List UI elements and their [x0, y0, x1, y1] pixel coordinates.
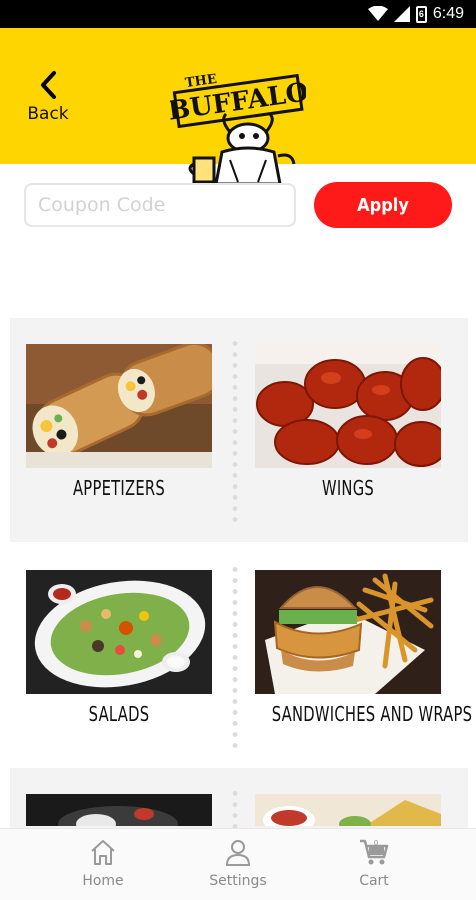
- cart-icon: 0: [360, 839, 389, 865]
- category-wings[interactable]: WINGS: [255, 344, 441, 500]
- nav-home[interactable]: Home: [58, 837, 148, 889]
- home-icon: [91, 840, 115, 865]
- dotted-divider: [232, 338, 238, 528]
- status-icons: 6 6:49: [367, 4, 464, 24]
- salads-image: [26, 570, 212, 694]
- back-button[interactable]: Back: [22, 70, 74, 130]
- category-label: SANDWICHES AND WRAPS: [271, 702, 473, 726]
- category-salads[interactable]: SALADS: [26, 570, 212, 726]
- battery-icon: 6: [415, 5, 427, 23]
- apply-button[interactable]: Apply: [314, 182, 452, 228]
- buffalo-logo: BUFFALO THE: [170, 72, 306, 186]
- nav-cart[interactable]: 0 Cart: [329, 837, 419, 889]
- signal-icon: [393, 6, 410, 22]
- chevron-left-icon: [41, 71, 56, 99]
- dotted-divider: [232, 564, 238, 754]
- category-label: APPETIZERS: [72, 476, 166, 500]
- wings-image: [255, 344, 441, 468]
- category-label: SALADS: [88, 702, 150, 726]
- category-sandwiches-and-wraps[interactable]: SANDWICHES AND WRAPS: [255, 570, 473, 726]
- sandwiches-image: [255, 570, 441, 694]
- category-label: WINGS: [321, 476, 375, 500]
- wifi-icon: [367, 6, 388, 21]
- category-item-6[interactable]: [255, 794, 441, 826]
- svg-text:0: 0: [374, 839, 378, 847]
- nav-label: Cart: [359, 873, 389, 889]
- menu-row: APPETIZERS WINGS: [10, 318, 468, 542]
- menu-row: SALADS SANDWICHES AND WRAPS: [10, 544, 473, 768]
- status-time: 6:49: [432, 5, 464, 22]
- person-icon: [225, 840, 251, 866]
- back-label: Back: [27, 104, 69, 124]
- nav-label: Home: [82, 873, 124, 889]
- category-image: [26, 794, 212, 826]
- coupon-code-input[interactable]: [24, 183, 296, 227]
- bottom-nav: Home Settings 0 Cart: [0, 828, 476, 900]
- header: Back BUFFALO THE: [0, 28, 476, 186]
- category-item-5[interactable]: [26, 794, 212, 826]
- appetizers-image: [26, 344, 212, 468]
- status-bar: 6 6:49: [0, 0, 476, 28]
- nav-settings[interactable]: Settings: [193, 837, 283, 889]
- category-image: [255, 794, 441, 826]
- category-appetizers[interactable]: APPETIZERS: [26, 344, 212, 500]
- nav-label: Settings: [209, 873, 267, 889]
